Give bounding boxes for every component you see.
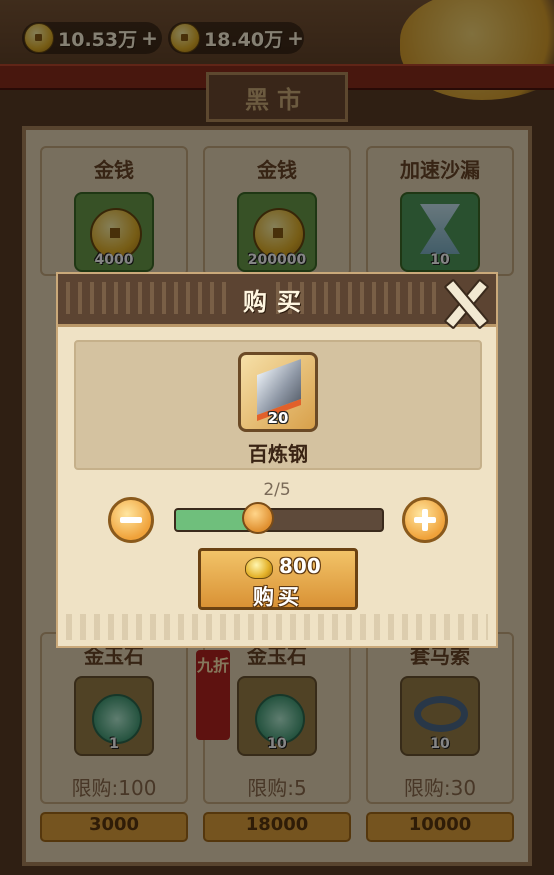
item-count: 20 [267,409,289,427]
plus-icon-vertical [422,509,428,531]
minus-icon [120,517,142,523]
decrease-button[interactable] [108,497,154,543]
buy-price: 800 [279,554,321,578]
game-screen: 10.53万 + 18.40万 + 黑市 金钱 4000 金钱 200000 加… [0,0,554,875]
purchase-dialog: 购买 20 百炼钢 2/5 800 购买 [56,272,498,648]
buy-label: 购买 [253,585,303,609]
close-icon[interactable] [438,278,488,326]
gold-ingot-icon [245,557,273,579]
item-name: 百炼钢 [248,442,308,466]
slider-handle[interactable] [242,502,275,534]
item-display: 20 百炼钢 [74,340,482,470]
dialog-title: 购买 [243,288,311,316]
increase-button[interactable] [402,497,448,543]
item-icon-frame: 20 [238,352,318,432]
fret-pattern-decoration [66,614,488,640]
buy-button[interactable]: 800 购买 [198,548,358,610]
dialog-header: 购买 [58,274,496,327]
quantity-slider[interactable] [174,502,384,534]
